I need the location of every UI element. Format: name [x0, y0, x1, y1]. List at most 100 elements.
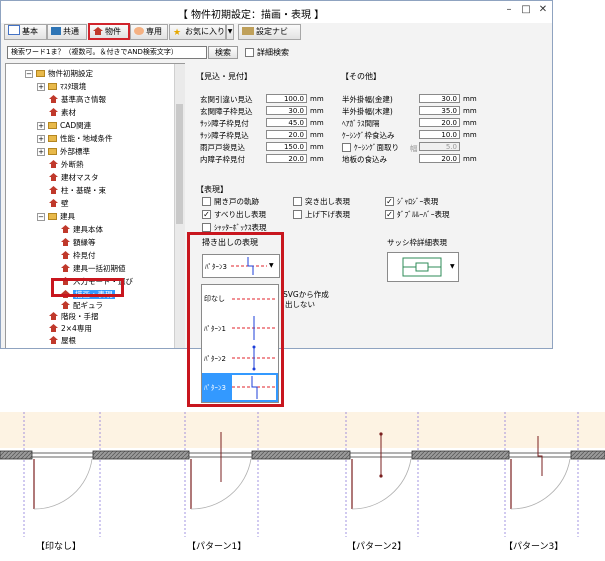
behind-text-2: 出しない	[285, 300, 315, 309]
sonota-value-3[interactable]: 10.0	[419, 130, 460, 139]
tree-item-exterior[interactable]: + 外部標準	[37, 146, 90, 158]
tree-item-material[interactable]: 素材	[49, 107, 76, 119]
sonota-value-4: 5.0	[419, 142, 460, 151]
expand-icon[interactable]: +	[37, 122, 45, 130]
mitsuke-label-0: 玄関引違い見込	[200, 95, 253, 104]
settings-tree: − 物件初期設定 + ﾏｽﾀ環境 基準高さ情報 素材 + CAD関連 + 性能・地域条件…	[5, 63, 185, 348]
folder-icon	[48, 122, 57, 129]
navi-icon	[242, 27, 254, 35]
sonota-value-0[interactable]: 30.0	[419, 94, 460, 103]
tree-item-bulk-defaults[interactable]: 建具一括初期値	[61, 263, 126, 275]
expand-icon[interactable]: +	[37, 135, 45, 143]
settings-navi-button[interactable]: 設定ナビ	[238, 24, 301, 40]
tab-basic[interactable]: 基本	[4, 24, 47, 40]
tree-item-label: 枠見付	[73, 251, 96, 260]
caption-pattern3: 【パターン3】	[504, 542, 564, 552]
tree-item-performance[interactable]: + 性能・地域条件	[37, 133, 113, 145]
sonota-unit-5: mm	[463, 155, 477, 163]
sonota-unit-2: mm	[463, 119, 477, 127]
house-icon	[61, 301, 70, 309]
tab-property-label: 物件	[105, 27, 121, 36]
mitsuke-unit-4: mm	[310, 143, 324, 151]
check-sliding-out[interactable]: ✓	[202, 210, 211, 219]
tree-item-master-env[interactable]: + ﾏｽﾀ環境	[37, 81, 86, 93]
check-double-louver[interactable]: ✓	[385, 210, 394, 219]
tree-item-2x4[interactable]: 2×4専用	[49, 323, 92, 335]
scrollbar-thumb[interactable]	[176, 104, 183, 224]
tree-item-label: 基準高さ情報	[61, 95, 106, 104]
sonota-title: 【その他】	[341, 72, 381, 81]
tree-item-fitting-body[interactable]: 建具本体	[61, 224, 103, 236]
tree-item-frame-width[interactable]: 枠見付	[61, 250, 96, 262]
search-button[interactable]: 検索	[208, 46, 238, 59]
tree-item-frame[interactable]: 額縁等	[61, 237, 96, 249]
tree-item-label: 階段・手摺	[61, 312, 99, 321]
tree-item-label: 配ギュラ	[73, 301, 103, 310]
sonota-label-0: 半外掛幅(金建)	[342, 95, 393, 104]
settings-navi-label: 設定ナビ	[256, 27, 288, 36]
sonota-value-1[interactable]: 35.0	[419, 106, 460, 115]
file-icon	[8, 25, 20, 35]
tree-item-property-settings[interactable]: − 物件初期設定	[25, 68, 93, 80]
check-hinged-door-locus[interactable]	[202, 197, 211, 206]
expand-icon[interactable]: +	[37, 148, 45, 156]
tab-common-label: 共通	[63, 27, 79, 36]
tab-common[interactable]: 共通	[47, 24, 87, 40]
search-input[interactable]: 検索ワード1ま？（複数可。＆付きでAND検索文字）	[7, 46, 207, 59]
tree-item-label: 柱・基礎・束	[61, 186, 106, 195]
check-jalousie[interactable]: ✓	[385, 197, 394, 206]
check-projection[interactable]	[293, 197, 302, 206]
chevron-down-icon[interactable]: ▼	[450, 263, 455, 270]
sonota-value-2[interactable]: 20.0	[419, 118, 460, 127]
collapse-icon[interactable]: −	[37, 213, 45, 221]
tree-item-wall[interactable]: 壁	[49, 198, 69, 210]
sonota-label-5: 地板の食込み	[342, 155, 387, 164]
sonota-label-2: ﾍｱｶﾞﾗｽ間隔	[342, 119, 380, 128]
tree-item-insulation[interactable]: 外断熱	[49, 159, 84, 171]
expand-icon[interactable]: +	[37, 83, 45, 91]
favorites-dropdown-arrow[interactable]: ▼	[226, 24, 234, 40]
tree-item-stairs[interactable]: 階段・手摺	[49, 311, 99, 323]
sonota-unit-1: mm	[463, 107, 477, 115]
mitsuke-value-0[interactable]: 100.0	[266, 94, 307, 103]
tree-item-fittings[interactable]: − 建具	[37, 211, 75, 223]
close-button[interactable]: ✕	[533, 4, 552, 18]
tab-property[interactable]: 物件	[88, 23, 130, 40]
tree-item-label: ﾏｽﾀ環境	[60, 82, 87, 91]
tree-item-label: 外断熱	[61, 160, 84, 169]
tree-item-label: 建具	[60, 212, 75, 221]
house-icon	[61, 238, 70, 246]
detail-search-checkbox[interactable]	[245, 48, 254, 57]
tree-item-base-height[interactable]: 基準高さ情報	[49, 94, 106, 106]
sonota-unit-3: mm	[463, 131, 477, 139]
sonota-value-5[interactable]: 20.0	[419, 154, 460, 163]
mitsuke-label-3: ｻｯｼ障子枠見込	[200, 131, 249, 140]
sonota-label-1: 半外掛幅(木建)	[342, 107, 393, 116]
tree-scrollbar[interactable]	[174, 64, 185, 348]
mitsuke-value-3[interactable]: 20.0	[266, 130, 307, 139]
door-patterns-illustration	[0, 412, 605, 537]
mitsuke-value-2[interactable]: 45.0	[266, 118, 307, 127]
tree-item-cad[interactable]: + CAD関連	[37, 120, 91, 132]
tab-exclusive[interactable]: 専用	[130, 24, 168, 40]
sash-frame-icon	[402, 257, 442, 277]
tree-item-column[interactable]: 柱・基礎・束	[49, 185, 106, 197]
sash-detail-select[interactable]: ▼	[387, 252, 459, 282]
check-double-hung[interactable]	[293, 210, 302, 219]
check-shutter-box[interactable]	[202, 223, 211, 232]
collapse-icon[interactable]: −	[25, 70, 33, 78]
tree-item-label: 外部標準	[60, 147, 90, 156]
tree-item-label: 額縁等	[73, 238, 96, 247]
chamfer-width-label: 幅	[410, 144, 418, 153]
mitsuke-value-5[interactable]: 20.0	[266, 154, 307, 163]
tab-exclusive-label: 専用	[146, 27, 162, 36]
tree-item-building-master[interactable]: 建材マスタ	[49, 172, 99, 184]
chamfer-checkbox[interactable]	[342, 143, 351, 152]
tree-item-label: 建具本体	[73, 225, 103, 234]
house-icon	[61, 225, 70, 233]
mitsuke-value-1[interactable]: 30.0	[266, 106, 307, 115]
mitsuke-value-4[interactable]: 150.0	[266, 142, 307, 151]
house-icon	[49, 199, 58, 207]
tab-favorites[interactable]: ★ お気に入り	[169, 24, 226, 40]
tree-item-roof[interactable]: 屋根	[49, 335, 76, 347]
